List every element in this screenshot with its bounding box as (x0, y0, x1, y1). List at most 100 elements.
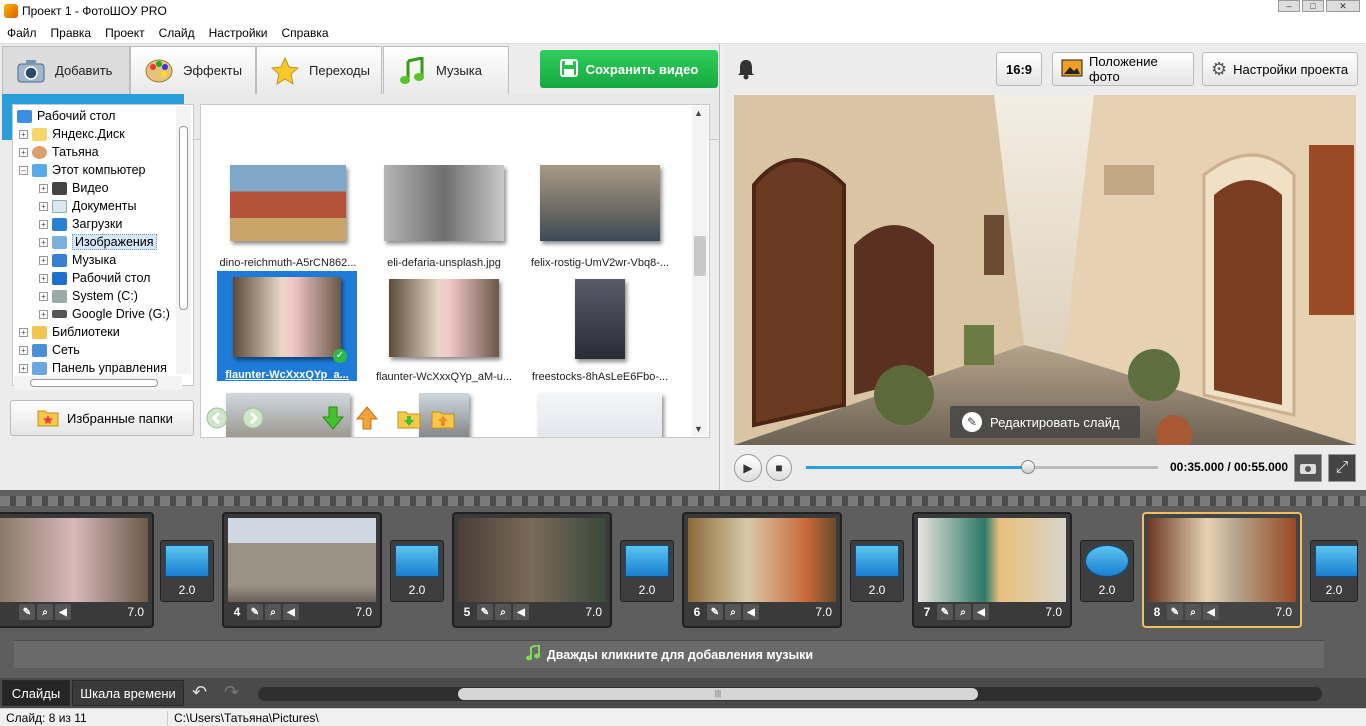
menu-help[interactable]: Справка (274, 26, 335, 40)
edit-slide-button[interactable]: ✎ Редактировать слайд (950, 406, 1140, 438)
play-icon[interactable]: ▶ (734, 454, 762, 482)
tree-item[interactable]: + Яндекс.Диск (19, 125, 125, 143)
up-arrow-icon[interactable] (354, 406, 380, 430)
tree-item[interactable]: + Сеть (19, 341, 80, 359)
pencil-icon[interactable]: ✎ (247, 604, 263, 620)
menu-file[interactable]: Файл (0, 26, 44, 40)
tree-item[interactable]: + Google Drive (G:) (39, 305, 170, 323)
slide-thumbnail-selected[interactable]: 8 ✎ ⌕ ◀ 7.0 (1142, 512, 1302, 628)
maximize-icon[interactable]: □ (1302, 0, 1324, 12)
add-folder-icon[interactable] (396, 406, 422, 430)
tree-item[interactable]: + Музыка (39, 251, 116, 269)
minimize-icon[interactable]: – (1278, 0, 1300, 12)
tree-item[interactable]: + Видео (39, 179, 109, 197)
bell-icon[interactable] (736, 58, 756, 86)
tab-effects-label: Эффекты (183, 63, 243, 78)
transition-thumbnail[interactable]: 2.0 (160, 540, 214, 602)
tab-transitions[interactable]: Переходы (256, 46, 382, 94)
tree-item[interactable]: + Изображения (39, 233, 157, 251)
add-down-arrow-icon[interactable] (320, 406, 346, 430)
folder-up-icon[interactable] (430, 406, 456, 430)
sound-icon[interactable]: ◀ (55, 604, 71, 620)
pencil-icon[interactable]: ✎ (707, 604, 723, 620)
slide-thumbnail[interactable]: ✎ ⌕ ◀ 7.0 (0, 512, 154, 628)
player-controls: ▶ ■ 00:35.000 / 00:55.000 ⤢ (724, 448, 1366, 488)
slide-thumbnail[interactable]: 6 ✎ ⌕ ◀ 7.0 (682, 512, 842, 628)
sound-icon[interactable]: ◀ (973, 604, 989, 620)
slide-thumbnail[interactable]: 7 ✎ ⌕ ◀ 7.0 (912, 512, 1072, 628)
zoom-icon[interactable]: ⌕ (1185, 604, 1201, 620)
stop-icon[interactable]: ■ (766, 455, 792, 481)
sound-icon[interactable]: ◀ (283, 604, 299, 620)
slide-image (1148, 518, 1296, 602)
tree-item[interactable]: + System (C:) (39, 287, 138, 305)
tab-add[interactable]: Добавить (2, 46, 130, 94)
tree-item[interactable]: + Документы (39, 197, 136, 215)
folder-icon (32, 127, 47, 141)
zoom-icon[interactable]: ⌕ (37, 604, 53, 620)
images-icon (52, 235, 67, 249)
file-item[interactable]: flaunter-WcXxxQYp_aM-u... (371, 277, 517, 387)
transition-thumbnail[interactable]: 2.0 (620, 540, 674, 602)
forward-icon[interactable] (240, 406, 266, 430)
network-icon (32, 343, 47, 357)
pencil-icon[interactable]: ✎ (477, 604, 493, 620)
zoom-icon[interactable]: ⌕ (725, 604, 741, 620)
fullscreen-icon[interactable]: ⤢ (1328, 454, 1356, 482)
tree-item[interactable]: + Татьяна (19, 143, 99, 161)
tree-item[interactable]: Рабочий стол (17, 107, 115, 125)
tree-item[interactable]: + Библиотеки (19, 323, 120, 341)
file-item[interactable]: freestocks-8hAsLeE6Fbo-... (527, 277, 673, 387)
music-track[interactable]: Дважды кликните для добавления музыки (14, 640, 1324, 668)
file-item[interactable]: felix-rostig-UmV2wr-Vbq8-... (527, 163, 673, 273)
tree-item[interactable]: – Этот компьютер (19, 161, 145, 179)
favorite-folders-button[interactable]: Избранные папки (10, 400, 194, 436)
close-icon[interactable]: ✕ (1326, 0, 1360, 12)
zoom-icon[interactable]: ⌕ (495, 604, 511, 620)
sound-icon[interactable]: ◀ (1203, 604, 1219, 620)
undo-icon[interactable]: ↶ (192, 682, 207, 703)
file-item[interactable]: ✓ flaunter-WcXxxQYp_a... (217, 271, 357, 381)
file-item[interactable]: dino-reichmuth-A5rCN862... (215, 163, 361, 273)
photo-position-button[interactable]: Положение фото (1052, 52, 1194, 86)
file-item[interactable]: eli-defaria-unsplash.jpg (371, 163, 517, 273)
files-vertical-scrollbar[interactable]: ▲ ▼ (692, 106, 708, 436)
aspect-ratio-button[interactable]: 16:9 (996, 52, 1042, 86)
tree-item[interactable]: + Панель управления (19, 359, 167, 377)
photo-position-icon (1061, 59, 1083, 80)
timeline-scroll-thumb[interactable]: ||| (458, 688, 978, 700)
menu-project[interactable]: Проект (98, 26, 152, 40)
menu-settings[interactable]: Настройки (202, 26, 275, 40)
save-video-button[interactable]: Сохранить видео (540, 50, 718, 88)
tree-horizontal-scrollbar[interactable] (14, 376, 182, 390)
pencil-icon[interactable]: ✎ (1167, 604, 1183, 620)
redo-icon[interactable]: ↷ (224, 682, 239, 703)
pencil-icon[interactable]: ✎ (937, 604, 953, 620)
documents-icon (52, 199, 67, 213)
progress-handle[interactable] (1020, 460, 1035, 474)
menu-edit[interactable]: Правка (44, 26, 99, 40)
transition-thumbnail[interactable]: 2.0 (850, 540, 904, 602)
transition-thumbnail[interactable]: 2.0 (1080, 540, 1134, 602)
slide-thumbnail[interactable]: 5 ✎ ⌕ ◀ 7.0 (452, 512, 612, 628)
tree-item[interactable]: + Рабочий стол (39, 269, 150, 287)
snapshot-camera-icon[interactable] (1294, 454, 1322, 482)
pencil-icon[interactable]: ✎ (19, 604, 35, 620)
back-icon[interactable] (204, 406, 230, 430)
sound-icon[interactable]: ◀ (743, 604, 759, 620)
slide-thumbnail[interactable]: 4 ✎ ⌕ ◀ 7.0 (222, 512, 382, 628)
zoom-icon[interactable]: ⌕ (955, 604, 971, 620)
tree-vertical-scrollbar[interactable] (176, 106, 191, 374)
tab-effects[interactable]: Эффекты (130, 46, 256, 94)
sound-icon[interactable]: ◀ (513, 604, 529, 620)
tab-music[interactable]: Музыка (383, 46, 509, 94)
transition-thumbnail[interactable]: 2.0 (1310, 540, 1358, 602)
tab-timeline[interactable]: Шкала времени (72, 680, 184, 706)
project-settings-button[interactable]: ⚙ Настройки проекта (1202, 52, 1358, 86)
transition-thumbnail[interactable]: 2.0 (390, 540, 444, 602)
tree-item[interactable]: + Загрузки (39, 215, 122, 233)
tab-slides[interactable]: Слайды (2, 680, 70, 706)
file-item[interactable] (527, 391, 673, 437)
menu-slide[interactable]: Слайд (152, 26, 202, 40)
zoom-icon[interactable]: ⌕ (265, 604, 281, 620)
